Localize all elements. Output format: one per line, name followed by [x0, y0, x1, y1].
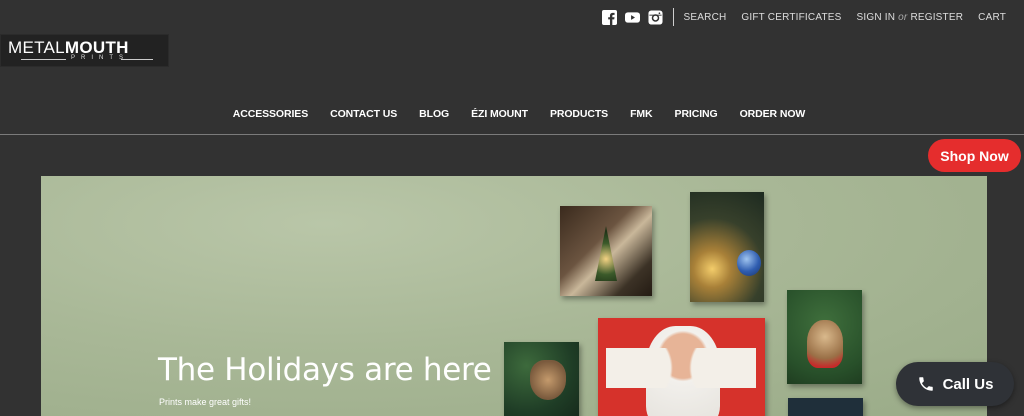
photo-print-family-tree	[560, 206, 652, 296]
nav-item-ezi-mount[interactable]: ÉZI MOUNT	[471, 108, 528, 120]
logo-tagline: PRINTS	[71, 55, 130, 61]
nav-item-pricing[interactable]: PRICING	[675, 108, 718, 120]
logo-word-metal: METAL	[8, 38, 65, 57]
nav-item-contact-us[interactable]: CONTACT US	[330, 108, 397, 120]
register-link[interactable]: REGISTER	[910, 12, 963, 23]
nav-divider	[0, 134, 1024, 135]
logo-rule-right	[121, 59, 153, 60]
hero-banner[interactable]: The Holidays are here Prints make great …	[41, 176, 987, 416]
call-us-label: Call Us	[942, 375, 994, 393]
photo-print-dog-elf	[787, 290, 862, 384]
main-nav: ACCESSORIES CONTACT US BLOG ÉZI MOUNT PR…	[0, 108, 1024, 120]
nav-item-fmk[interactable]: FMK	[630, 108, 653, 120]
nav-item-products[interactable]: PRODUCTS	[550, 108, 608, 120]
phone-icon	[918, 377, 933, 391]
photo-print-ornament	[690, 192, 764, 302]
or-text: or	[898, 11, 908, 23]
search-link[interactable]: SEARCH	[684, 12, 727, 23]
sign-in-link[interactable]: SIGN IN	[857, 12, 896, 23]
instagram-icon[interactable]	[648, 9, 663, 25]
logo-rule-left	[21, 59, 66, 60]
divider	[672, 8, 674, 26]
youtube-icon[interactable]	[624, 10, 640, 25]
facebook-icon[interactable]	[601, 9, 617, 25]
photo-print-cat	[504, 342, 579, 416]
logo-wordmark: METALMOUTH	[8, 39, 129, 56]
social-links	[601, 9, 663, 25]
hero-subtitle: Prints make great gifts!	[159, 397, 252, 407]
nav-item-accessories[interactable]: ACCESSORIES	[233, 108, 308, 120]
photo-print-partial	[788, 398, 863, 416]
cart-link[interactable]: CART	[978, 12, 1006, 23]
nav-item-order-now[interactable]: ORDER NOW	[740, 108, 806, 120]
top-utility-bar: SEARCH GIFT CERTIFICATES SIGN IN or REGI…	[601, 8, 1006, 26]
site-logo[interactable]: METALMOUTH PRINTS	[0, 34, 169, 67]
call-us-button[interactable]: Call Us	[896, 362, 1014, 406]
shop-now-button[interactable]: Shop Now	[928, 139, 1021, 172]
hero-title: The Holidays are here	[158, 352, 492, 388]
gift-certificates-link[interactable]: GIFT CERTIFICATES	[741, 12, 841, 23]
account-links: SIGN IN or REGISTER	[857, 12, 964, 23]
photo-print-santa	[598, 318, 765, 416]
nav-item-blog[interactable]: BLOG	[419, 108, 449, 120]
